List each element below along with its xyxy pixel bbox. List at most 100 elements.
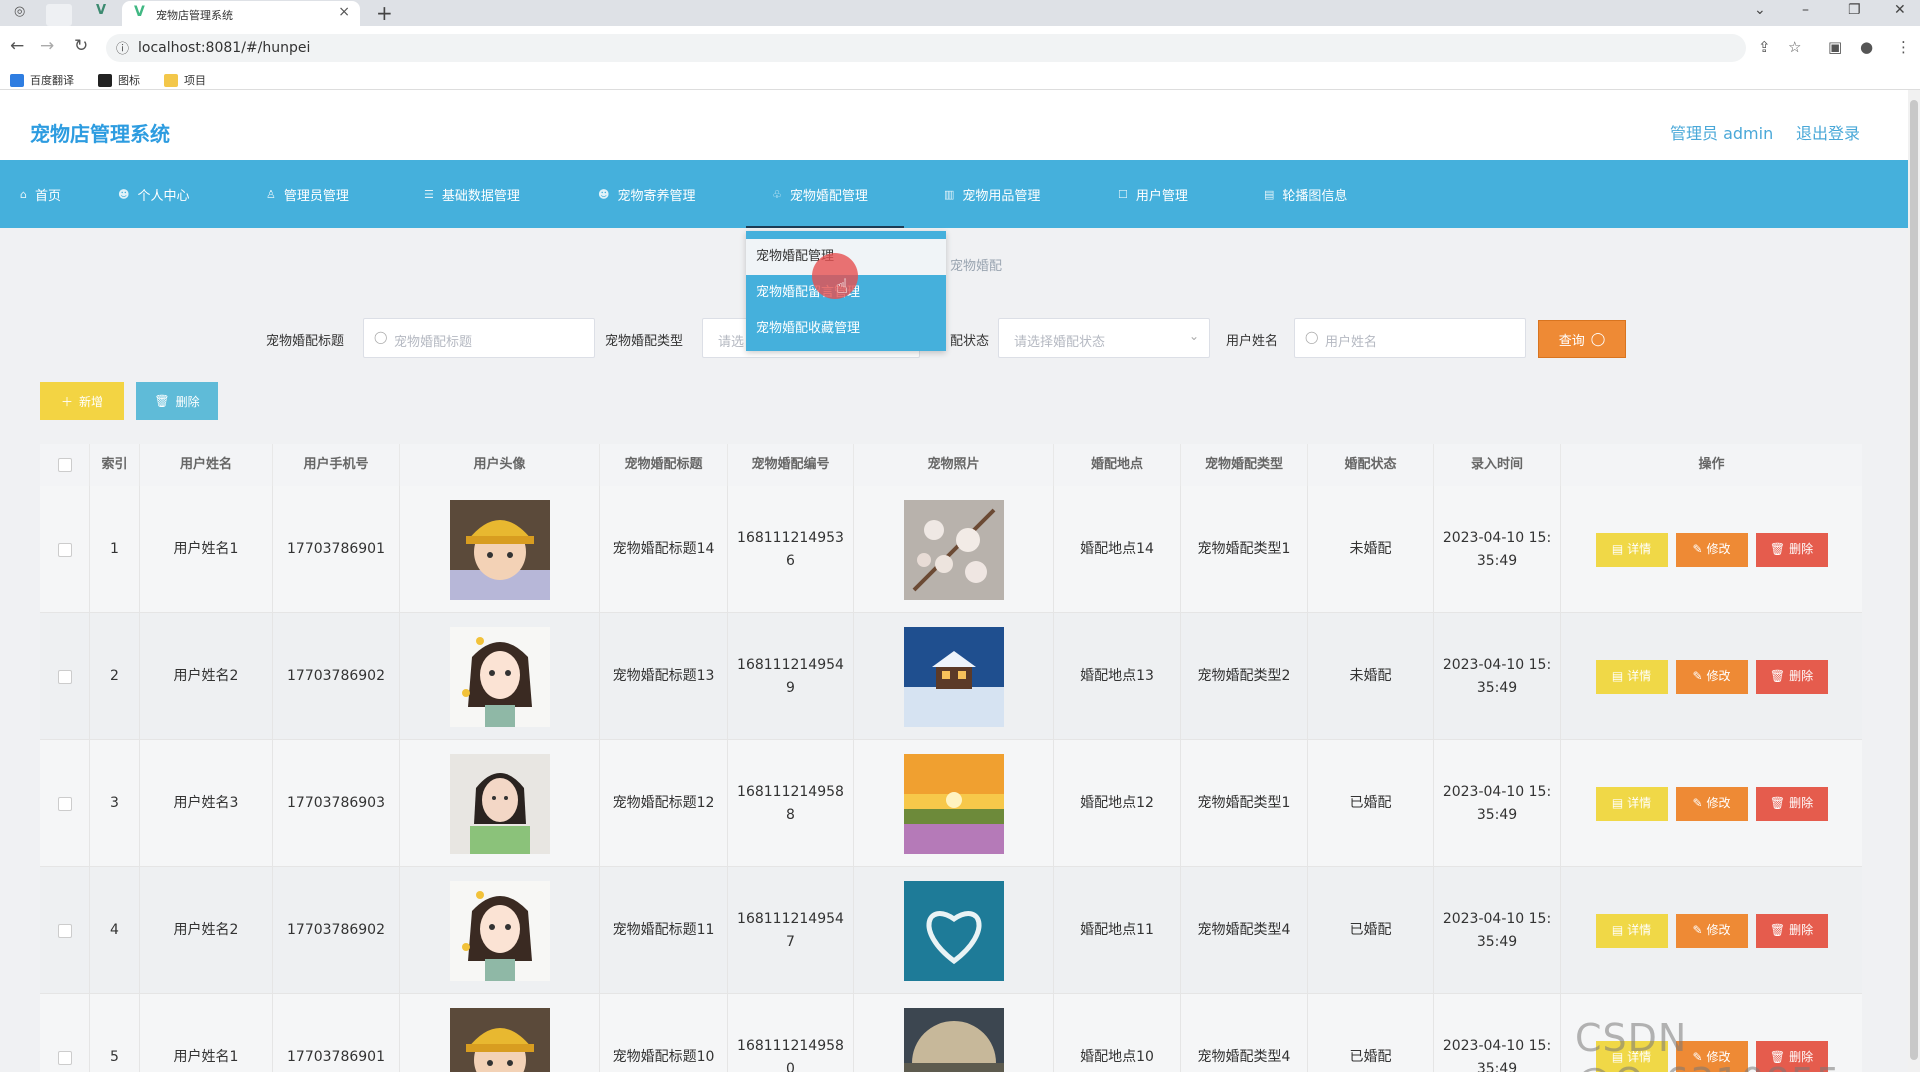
delete-row-button[interactable]: 🗑 删除 xyxy=(1755,532,1828,567)
row-checkbox[interactable] xyxy=(57,796,72,811)
nav-item-profile[interactable]: ☻ 个人中心 xyxy=(118,160,189,228)
photo-sunset-field[interactable] xyxy=(903,753,1004,854)
code-line-1: 168111214954 xyxy=(737,656,844,673)
index-cell: 4 xyxy=(90,867,140,994)
row-checkbox[interactable] xyxy=(57,923,72,938)
remove-label: 删除 xyxy=(1789,669,1814,683)
nav-item-supplies[interactable]: ▥ 宠物用品管理 xyxy=(944,160,1040,228)
bookmark-icons[interactable]: 图标 xyxy=(98,72,140,88)
profile-icon[interactable]: ● xyxy=(1860,38,1873,56)
delete-row-button[interactable]: 🗑 删除 xyxy=(1755,913,1828,948)
code-line-2: 9 xyxy=(786,679,795,696)
logout-link[interactable]: 退出登录 xyxy=(1796,120,1860,144)
nav-item-carousel[interactable]: ▤ 轮播图信息 xyxy=(1264,160,1347,228)
detail-button[interactable]: ▤ 详情 xyxy=(1595,532,1668,567)
photo-blossom-branch[interactable] xyxy=(903,499,1004,600)
title-cell: 宠物婚配标题10 xyxy=(600,994,728,1072)
pet-icon: ♧ xyxy=(772,187,782,201)
photo-cell xyxy=(854,486,1054,613)
avatar-girl-photo[interactable] xyxy=(449,753,550,854)
scrollbar[interactable] xyxy=(1908,90,1920,1072)
select-all-checkbox[interactable] xyxy=(57,457,72,472)
search-status-select[interactable]: 请选择婚配状态 ⌄ xyxy=(998,318,1210,358)
main-nav: ⌂ 首页 ☻ 个人中心 ♙ 管理员管理 ☰ 基础数据管理 ☻ 宠物寄养管理 ♧ 宠物婚配管理… xyxy=(0,160,1908,228)
vue-icon[interactable]: V xyxy=(96,3,106,25)
url-field[interactable]: ⓘ localhost:8081/#/hunpei xyxy=(106,34,1746,62)
batch-delete-button[interactable]: 🗑 删除 xyxy=(136,382,218,420)
detail-button[interactable]: ▤ 详情 xyxy=(1595,786,1668,821)
add-button[interactable]: ＋ 新增 xyxy=(40,382,124,420)
avatar-boy-yellow-hat[interactable] xyxy=(449,1007,550,1072)
minimize-icon[interactable]: – xyxy=(1802,2,1809,18)
search-username-input[interactable]: ◯ 用户姓名 xyxy=(1294,318,1526,358)
query-button[interactable]: 查询 ◯ xyxy=(1538,320,1626,358)
delete-row-button[interactable]: 🗑 删除 xyxy=(1755,786,1828,821)
globe-icon[interactable]: ◎ xyxy=(14,4,25,26)
row-checkbox[interactable] xyxy=(57,669,72,684)
close-tab-icon[interactable]: × xyxy=(338,4,350,20)
place-cell: 婚配地点11 xyxy=(1054,867,1181,994)
app-title: 宠物店管理系统 xyxy=(30,122,170,146)
code-line-1: 168111214953 xyxy=(737,529,844,546)
phone-cell: 17703786902 xyxy=(273,613,400,740)
scroll-thumb[interactable] xyxy=(1910,100,1918,1060)
restore-icon[interactable]: ❐ xyxy=(1848,2,1861,18)
edit-button[interactable]: ✎ 修改 xyxy=(1675,659,1748,694)
search-title-input[interactable]: ◯ 宠物婚配标题 xyxy=(363,318,595,358)
type-cell: 宠物婚配类型1 xyxy=(1181,486,1308,613)
share-icon[interactable]: ⇪ xyxy=(1758,38,1771,56)
photo-cell xyxy=(854,740,1054,867)
avatar-boy-yellow-hat[interactable] xyxy=(449,499,550,600)
bookmarks-bar: 百度翻译 图标 项目 xyxy=(0,70,1920,90)
detail-button[interactable]: ▤ 详情 xyxy=(1595,659,1668,694)
edit-button[interactable]: ✎ 修改 xyxy=(1675,786,1748,821)
pencil-icon: ✎ xyxy=(1692,542,1703,556)
close-window-icon[interactable]: ✕ xyxy=(1894,2,1906,18)
bookmark-project[interactable]: 项目 xyxy=(164,72,206,88)
browser-tab-active[interactable]: V 宠物店管理系统 × xyxy=(122,1,360,26)
index-cell: 2 xyxy=(90,613,140,740)
reload-icon[interactable]: ↻ xyxy=(74,36,88,56)
type-cell: 宠物婚配类型2 xyxy=(1181,613,1308,740)
avatar-cell xyxy=(400,994,600,1072)
submenu-item-favorites[interactable]: 宠物婚配收藏管理 xyxy=(746,311,946,347)
detail-button[interactable]: ▤ 详情 xyxy=(1595,913,1668,948)
avatar-girl-cartoon[interactable] xyxy=(449,880,550,981)
search-username-label: 用户姓名 xyxy=(1226,334,1279,349)
photo-heart-island[interactable] xyxy=(903,880,1004,981)
edit-button[interactable]: ✎ 修改 xyxy=(1675,913,1748,948)
nav-label: 宠物婚配管理 xyxy=(789,188,868,204)
photo-snow-cabin[interactable] xyxy=(903,626,1004,727)
code-line-1: 168111214958 xyxy=(737,1037,844,1054)
star-icon[interactable]: ☆ xyxy=(1788,38,1801,56)
time-cell: 2023-04-10 15: 35:49 xyxy=(1434,867,1561,994)
row-checkbox[interactable] xyxy=(57,542,72,557)
code-line-2: 7 xyxy=(786,933,795,950)
nav-label: 首页 xyxy=(34,188,61,204)
sidepanel-icon[interactable]: ▣ xyxy=(1828,38,1842,56)
info-icon[interactable]: ⓘ xyxy=(116,38,129,57)
menu-icon[interactable]: ⋮ xyxy=(1896,38,1911,56)
code-line-2: 6 xyxy=(786,552,795,569)
back-icon[interactable]: ← xyxy=(10,36,24,56)
tab-search-icon[interactable]: ⌄ xyxy=(1754,2,1766,18)
nav-item-basic-data[interactable]: ☰ 基础数据管理 xyxy=(424,160,520,228)
edit-button[interactable]: ✎ 修改 xyxy=(1675,532,1748,567)
delete-row-button[interactable]: 🗑 删除 xyxy=(1755,659,1828,694)
nav-item-foster[interactable]: ☻ 宠物寄养管理 xyxy=(598,160,695,228)
avatar-girl-cartoon[interactable] xyxy=(449,626,550,727)
status-cell: 已婚配 xyxy=(1308,994,1434,1072)
nav-item-admins[interactable]: ♙ 管理员管理 xyxy=(266,160,349,228)
nav-item-home[interactable]: ⌂ 首页 xyxy=(20,160,61,228)
photo-moon-horizon[interactable] xyxy=(903,1007,1004,1072)
phone-cell: 17703786901 xyxy=(273,486,400,613)
name-cell: 用户姓名3 xyxy=(140,740,273,867)
row-checkbox[interactable] xyxy=(57,1050,72,1065)
name-cell: 用户姓名1 xyxy=(140,994,273,1072)
nav-item-users[interactable]: ☐ 用户管理 xyxy=(1118,160,1188,228)
tab-blank[interactable] xyxy=(46,4,72,26)
bookmark-baidu-translate[interactable]: 百度翻译 xyxy=(10,72,74,88)
nav-item-mating[interactable]: ♧ 宠物婚配管理 xyxy=(746,160,904,228)
new-tab-icon[interactable]: + xyxy=(376,1,393,25)
forward-icon[interactable]: → xyxy=(40,36,54,56)
